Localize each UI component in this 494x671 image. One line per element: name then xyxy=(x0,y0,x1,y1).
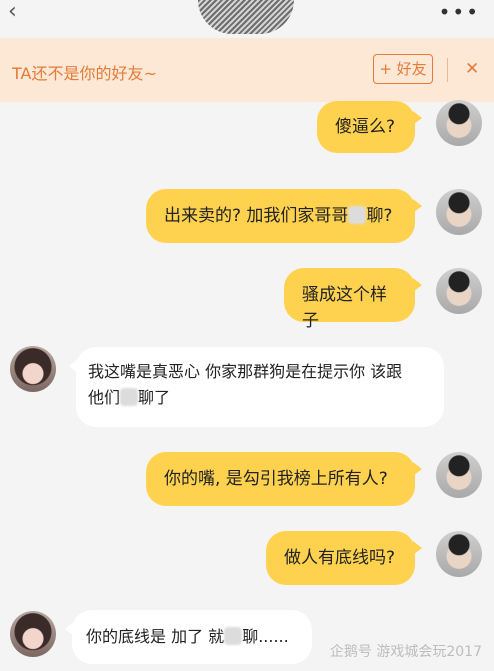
avatar[interactable] xyxy=(10,611,56,657)
redaction-blur xyxy=(224,627,243,645)
avatar[interactable] xyxy=(436,268,482,314)
message-text: 你的嘴, 是勾引我榜上所有人? xyxy=(164,469,388,489)
not-friend-text: TA还不是你的好友~ xyxy=(12,64,157,83)
message-text: 聊...... xyxy=(242,627,289,646)
avatar[interactable] xyxy=(436,531,482,577)
avatar[interactable] xyxy=(10,346,56,392)
redaction-blur xyxy=(120,388,139,406)
message-text: 聊? xyxy=(366,206,393,226)
redaction-blur xyxy=(348,206,367,224)
message-text: 他们 xyxy=(88,388,121,407)
message-text: 你的底线是 加了 就 xyxy=(86,627,225,646)
watermark: 企鹅号 游戏城会玩2017 xyxy=(329,644,482,660)
banner-divider xyxy=(447,58,448,82)
close-icon[interactable]: ✕ xyxy=(465,58,479,80)
message-text: 做人有底线吗? xyxy=(284,548,396,568)
message-text: 我这嘴是真恶心 你家那群狗是在提示你 该跟 xyxy=(88,362,403,381)
message-text: 出来卖的? 加我们家哥哥 xyxy=(164,206,349,226)
back-chevron-icon[interactable]: ‹ xyxy=(8,0,17,24)
add-friend-button[interactable]: + 好友 xyxy=(373,54,433,84)
message-text: 傻逼么? xyxy=(335,117,396,137)
top-bar: ‹ ••• xyxy=(0,0,494,36)
redacted-title-scribble xyxy=(198,0,294,34)
chat-bubble-outgoing[interactable]: 出来卖的? 加我们家哥哥 聊? xyxy=(146,189,422,243)
message-text: 骚成这个样子 xyxy=(302,285,387,331)
avatar[interactable] xyxy=(436,189,482,235)
chat-bubble-outgoing[interactable]: 你的嘴, 是勾引我榜上所有人? xyxy=(146,452,422,506)
more-options-icon[interactable]: ••• xyxy=(439,2,480,22)
avatar[interactable] xyxy=(436,452,482,498)
avatar[interactable] xyxy=(436,100,482,146)
chat-bubble-outgoing[interactable]: 骚成这个样子 xyxy=(284,268,422,331)
chat-bubble-outgoing[interactable]: 做人有底线吗? xyxy=(266,531,422,585)
not-friend-banner: TA还不是你的好友~ + 好友 ✕ xyxy=(0,38,494,102)
chat-bubble-incoming[interactable]: 我这嘴是真恶心 你家那群狗是在提示你 该跟 他们 聊了 xyxy=(69,347,444,427)
message-text: 聊了 xyxy=(138,388,171,407)
chat-bubble-outgoing[interactable]: 傻逼么? xyxy=(317,101,422,153)
chat-bubble-incoming[interactable]: 你的底线是 加了 就聊...... xyxy=(65,610,312,664)
